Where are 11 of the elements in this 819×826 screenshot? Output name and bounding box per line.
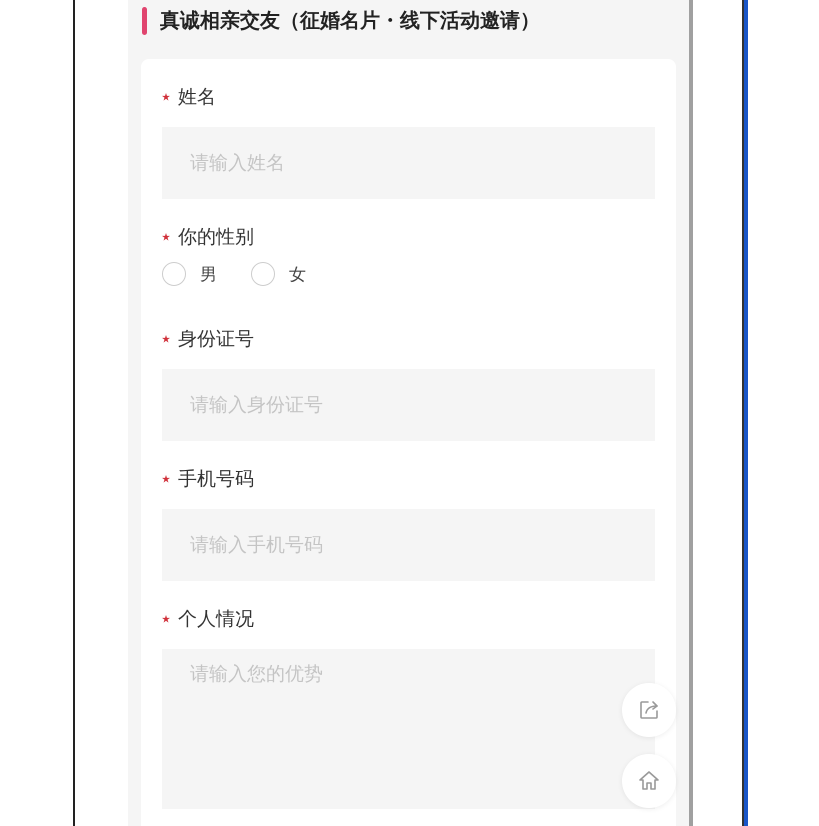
radio-option[interactable]: 男 (162, 261, 217, 287)
field-label: 你的性别 (178, 225, 254, 250)
form-title: 真诚相亲交友（征婚名片・线下活动邀请） (160, 7, 540, 34)
title-accent-bar (142, 6, 147, 34)
field-label: 手机号码 (178, 467, 254, 492)
radio-option[interactable]: 女 (251, 261, 306, 287)
field-label: 个人情况 (178, 607, 254, 632)
home-icon (637, 769, 661, 793)
field-label: 姓名 (178, 85, 216, 110)
field-label: 身份证号 (178, 327, 254, 352)
share-icon (637, 698, 661, 722)
